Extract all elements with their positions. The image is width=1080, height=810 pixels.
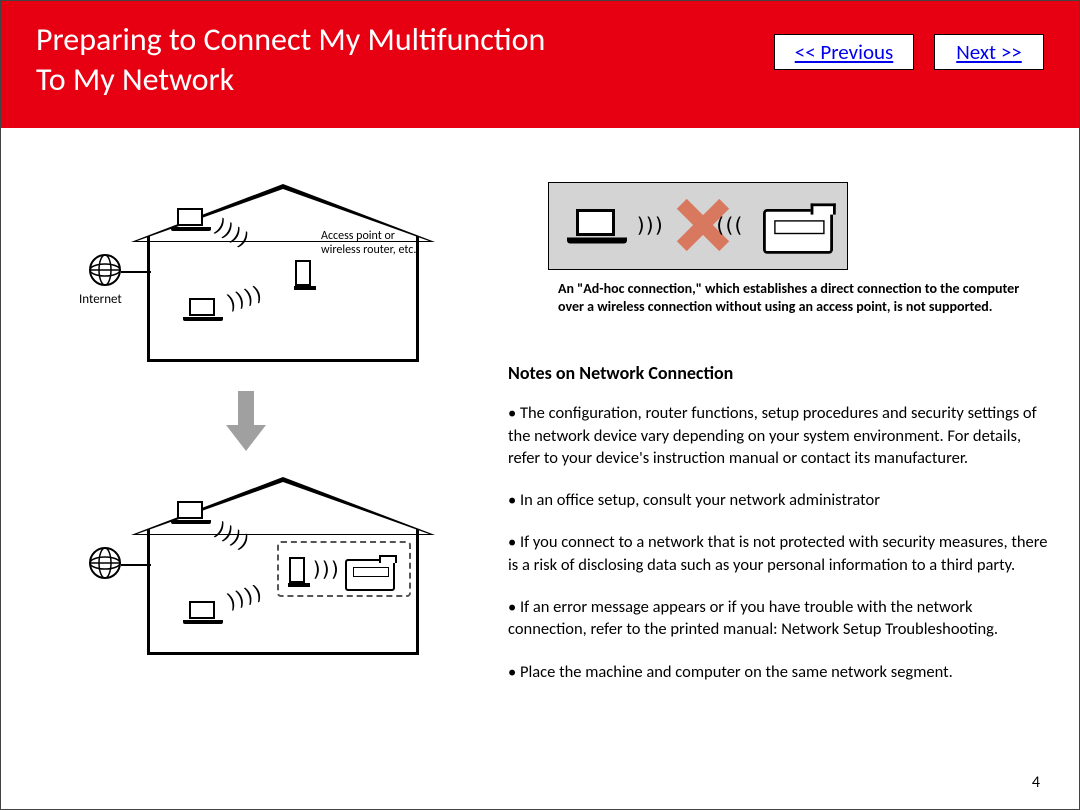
printer-icon (763, 209, 833, 254)
next-button[interactable]: Next >> (934, 34, 1044, 70)
section-heading: Notes on Network Connection (508, 362, 1050, 384)
page-header: Preparing to Connect My Multifunction To… (0, 0, 1080, 128)
note-item: • If you connect to a network that is no… (508, 531, 1050, 576)
title-line-2: To My Network (36, 60, 234, 99)
cable-icon (121, 268, 151, 276)
access-point-label: Access point or wireless router, etc. (321, 230, 416, 258)
title-line-1: Preparing to Connect My Multifunction (36, 20, 545, 59)
notes-list: • The configuration, router functions, s… (508, 402, 1050, 702)
previous-button[interactable]: << Previous (774, 34, 914, 70)
laptop-icon (183, 298, 223, 328)
router-icon (295, 260, 311, 286)
note-item: • In an office setup, consult your netwo… (508, 489, 1050, 511)
wireless-signal-icon: ))) (311, 557, 338, 581)
laptop-icon (567, 209, 627, 254)
router-icon (289, 557, 305, 583)
printer-icon (345, 559, 395, 591)
laptop-icon (171, 208, 211, 238)
wireless-signal-icon: ))) (635, 213, 662, 237)
adhoc-diagram: ))) ))) (548, 182, 848, 270)
left-column: Internet Access point or wireless router… (36, 182, 456, 703)
network-diagram-after: )))) )))) ))) (61, 475, 431, 660)
globe-icon (85, 250, 125, 290)
nav-links: << Previous Next >> (774, 34, 1044, 70)
note-item: • If an error message appears or if you … (508, 596, 1050, 641)
internet-label: Internet (79, 292, 122, 307)
adhoc-note: An "Ad-hoc connection," which establishe… (508, 280, 1050, 316)
right-column: ))) ))) An "Ad-hoc connection," which es… (508, 182, 1050, 703)
note-item: • The configuration, router functions, s… (508, 402, 1050, 469)
content-area: Internet Access point or wireless router… (0, 128, 1080, 703)
wireless-signal-icon: ))) (717, 213, 744, 237)
network-diagram-before: Internet Access point or wireless router… (61, 182, 431, 367)
globe-icon (85, 543, 125, 583)
arrow-down-icon (226, 391, 266, 451)
laptop-icon (183, 601, 223, 631)
laptop-icon (171, 501, 211, 531)
page-title: Preparing to Connect My Multifunction To… (36, 20, 545, 100)
note-item: • Place the machine and computer on the … (508, 661, 1050, 683)
page-number: 4 (1032, 773, 1040, 792)
cable-icon (121, 561, 151, 569)
